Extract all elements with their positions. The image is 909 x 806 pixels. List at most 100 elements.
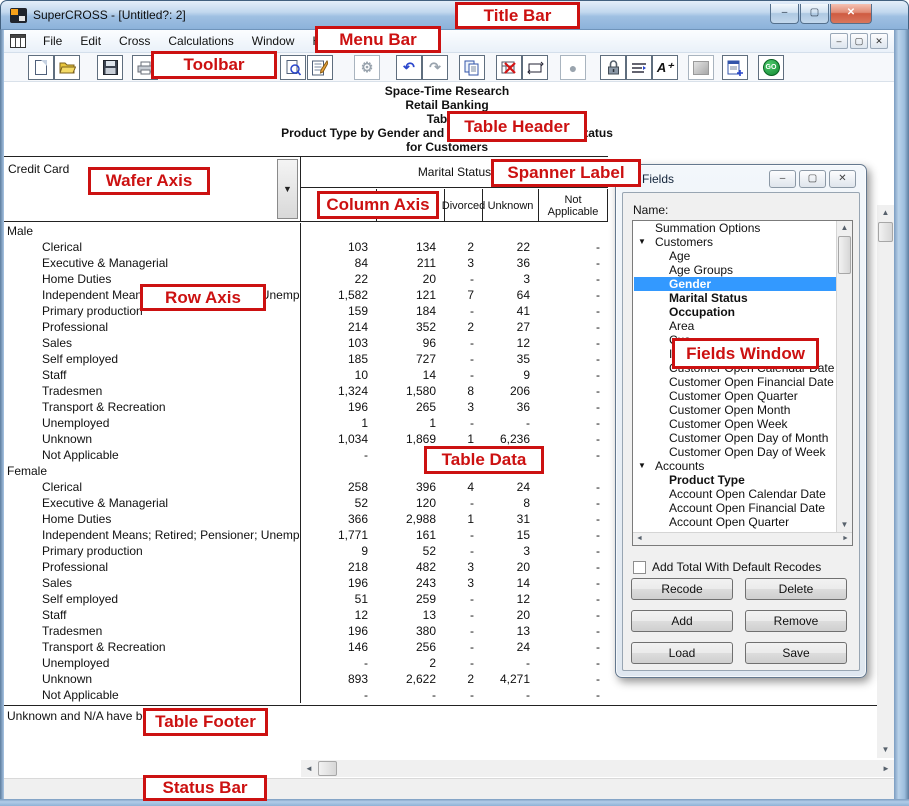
redo-button[interactable]: ↷ bbox=[422, 55, 448, 80]
save-button[interactable]: Save bbox=[745, 642, 847, 664]
row-label[interactable]: Unemployed bbox=[4, 655, 301, 671]
row-label[interactable]: Transport & Recreation bbox=[4, 639, 301, 655]
horizontal-scroll-thumb[interactable] bbox=[318, 761, 337, 776]
fields-list-item[interactable]: Summation Options bbox=[634, 221, 836, 235]
load-button[interactable]: Load bbox=[631, 642, 733, 664]
row-label[interactable]: Self employed bbox=[4, 591, 301, 607]
row-label[interactable]: Executive & Managerial bbox=[4, 255, 301, 271]
scroll-up-icon[interactable]: ▲ bbox=[837, 221, 852, 235]
close-button[interactable]: ✕ bbox=[830, 4, 872, 24]
save-button[interactable] bbox=[97, 55, 123, 80]
fields-list-item[interactable]: Customer Open Day of Month bbox=[634, 431, 836, 445]
recode-button[interactable]: Recode bbox=[631, 578, 733, 600]
menu-edit[interactable]: Edit bbox=[71, 31, 110, 51]
row-label[interactable]: Transport & Recreation bbox=[4, 399, 301, 415]
copy-button[interactable] bbox=[459, 55, 485, 80]
fields-list-item[interactable]: Gender bbox=[634, 277, 836, 291]
row-label[interactable]: Tradesmen bbox=[4, 623, 301, 639]
fields-list-item[interactable]: Marital Status bbox=[634, 291, 836, 305]
undo-button[interactable]: ↶ bbox=[396, 55, 422, 80]
scroll-down-icon[interactable]: ▼ bbox=[837, 518, 852, 532]
open-button[interactable] bbox=[54, 55, 80, 80]
fields-list-item[interactable]: Customer Open Day of Week bbox=[634, 445, 836, 459]
row-label[interactable]: Tradesmen bbox=[4, 383, 301, 399]
fields-list-hscroll[interactable]: ◄ ► bbox=[633, 532, 852, 545]
fields-minimize-button[interactable]: – bbox=[769, 170, 796, 188]
fields-list-item[interactable]: Area bbox=[634, 319, 836, 333]
fields-list-item[interactable]: Age Groups bbox=[634, 263, 836, 277]
menu-calculations[interactable]: Calculations bbox=[159, 31, 242, 51]
scroll-right-icon[interactable]: ► bbox=[878, 760, 894, 777]
stop-retrieval-icon-button[interactable]: ● bbox=[560, 55, 586, 80]
fields-list-item[interactable]: Account Open Quarter bbox=[634, 515, 836, 529]
child-close-button[interactable]: ✕ bbox=[870, 33, 888, 49]
field-options-button[interactable] bbox=[626, 55, 652, 80]
fields-list-item[interactable]: Account Open Financial Date bbox=[634, 501, 836, 515]
row-label[interactable]: Not Applicable bbox=[4, 687, 301, 703]
row-label[interactable]: Staff bbox=[4, 367, 301, 383]
add-annotation-button[interactable] bbox=[722, 55, 748, 80]
scroll-up-icon[interactable]: ▲ bbox=[877, 205, 894, 221]
fields-maximize-button[interactable]: ▢ bbox=[799, 170, 826, 188]
fields-list-item[interactable]: Customer Open Month bbox=[634, 403, 836, 417]
row-label[interactable]: Professional bbox=[4, 559, 301, 575]
row-label[interactable]: Female bbox=[4, 463, 301, 479]
row-label[interactable]: Professional bbox=[4, 319, 301, 335]
column-header[interactable]: Unknown bbox=[482, 189, 538, 222]
fields-list-item[interactable]: Account Open Calendar Date bbox=[634, 487, 836, 501]
fields-list-item[interactable]: ▼Accounts bbox=[634, 459, 836, 473]
fields-list-item[interactable]: Age bbox=[634, 249, 836, 263]
row-label[interactable]: Not Applicable bbox=[4, 447, 301, 463]
vertical-scroll-thumb[interactable] bbox=[878, 222, 893, 242]
row-label[interactable]: Clerical bbox=[4, 239, 301, 255]
add-total-checkbox[interactable] bbox=[633, 561, 646, 574]
lock-button[interactable] bbox=[600, 55, 626, 80]
scroll-left-icon[interactable]: ◄ bbox=[633, 533, 646, 545]
fields-list-item[interactable]: Occupation bbox=[634, 305, 836, 319]
row-label[interactable]: Home Duties bbox=[4, 511, 301, 527]
row-label[interactable]: Self employed bbox=[4, 351, 301, 367]
row-label[interactable]: Independent Means; Retired; Pensioner; U… bbox=[4, 527, 301, 543]
fields-list-item[interactable]: Account Open Month bbox=[634, 529, 836, 531]
fields-close-button[interactable]: ✕ bbox=[829, 170, 856, 188]
scroll-left-icon[interactable]: ◄ bbox=[301, 760, 317, 777]
menu-window[interactable]: Window bbox=[243, 31, 304, 51]
delete-button[interactable]: Delete bbox=[745, 578, 847, 600]
fields-list-item[interactable]: ▼Customers bbox=[634, 235, 836, 249]
row-label[interactable]: Primary production bbox=[4, 543, 301, 559]
row-label[interactable]: Male bbox=[4, 223, 301, 239]
transpose-button[interactable] bbox=[522, 55, 548, 80]
font-increase-button[interactable]: A⁺ bbox=[652, 55, 678, 80]
new-table-button[interactable] bbox=[28, 55, 54, 80]
delete-table-button[interactable] bbox=[496, 55, 522, 80]
maximize-button[interactable]: ▢ bbox=[800, 4, 829, 24]
wafer-label[interactable]: Credit Card bbox=[8, 162, 69, 176]
horizontal-scrollbar[interactable]: ◄ ► bbox=[301, 760, 894, 777]
minimize-button[interactable]: – bbox=[770, 4, 799, 24]
map-disabled-icon-button[interactable] bbox=[688, 55, 714, 80]
row-label[interactable]: Staff bbox=[4, 607, 301, 623]
fields-list-item[interactable]: Customer Open Quarter bbox=[634, 389, 836, 403]
column-header[interactable]: Not Applicable bbox=[538, 189, 608, 222]
derivations-gears-icon-button[interactable]: ⚙ bbox=[354, 55, 380, 80]
fields-list-item[interactable]: Customer Open Financial Date bbox=[634, 375, 836, 389]
row-label[interactable]: Unemployed bbox=[4, 415, 301, 431]
menu-file[interactable]: File bbox=[34, 31, 71, 51]
row-label[interactable]: Sales bbox=[4, 335, 301, 351]
row-label[interactable]: Unknown bbox=[4, 431, 301, 447]
scroll-down-icon[interactable]: ▼ bbox=[877, 742, 894, 758]
row-label[interactable]: Executive & Managerial bbox=[4, 495, 301, 511]
fields-list-item[interactable]: Product Type bbox=[634, 473, 836, 487]
child-restore-button[interactable]: ▢ bbox=[850, 33, 868, 49]
child-window-icon[interactable] bbox=[10, 34, 26, 48]
row-label[interactable]: Unknown bbox=[4, 671, 301, 687]
go-button[interactable]: GO bbox=[758, 55, 784, 80]
row-label[interactable]: Clerical bbox=[4, 479, 301, 495]
vertical-scrollbar[interactable]: ▲ ▼ bbox=[877, 205, 894, 758]
row-label[interactable]: Sales bbox=[4, 575, 301, 591]
wafer-dropdown-button[interactable]: ▼ bbox=[277, 159, 298, 219]
add-button[interactable]: Add bbox=[631, 610, 733, 632]
print-preview-button[interactable] bbox=[280, 55, 306, 80]
fields-scroll-thumb[interactable] bbox=[838, 236, 851, 274]
fields-list-vscroll[interactable]: ▲ ▼ bbox=[836, 221, 852, 532]
